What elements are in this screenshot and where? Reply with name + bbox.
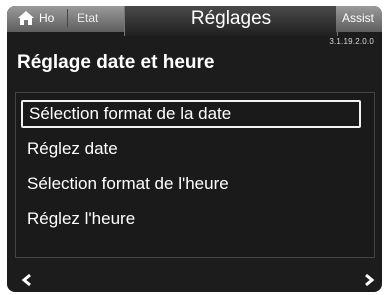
device-screen: Ho Etat Réglages Assist 3.1.19.2.0.0 Rég… — [7, 6, 382, 292]
menu-item-date-format[interactable]: Sélection format de la date — [21, 100, 361, 128]
tab-home[interactable]: Ho — [39, 11, 54, 25]
chevron-right-icon[interactable] — [363, 273, 375, 287]
tab-reglages[interactable]: Réglages — [124, 6, 338, 36]
tab-divider — [67, 9, 68, 27]
tab-reglages-label: Réglages — [190, 8, 272, 29]
tab-group-left: Ho Etat — [7, 6, 124, 32]
page-title: Réglage date et heure — [17, 52, 215, 73]
menu-item-time-format[interactable]: Sélection format de l'heure — [21, 170, 229, 198]
menu-list: Sélection format de la date Réglez date … — [15, 92, 375, 258]
home-icon[interactable] — [17, 10, 35, 26]
tab-assist[interactable]: Assist — [336, 6, 382, 32]
menu-item-set-date[interactable]: Réglez date — [21, 135, 118, 163]
tab-etat[interactable]: Etat — [77, 11, 98, 25]
menu-item-set-time[interactable]: Réglez l'heure — [21, 205, 135, 233]
tab-bar: Ho Etat Réglages Assist — [7, 6, 382, 38]
software-version: 3.1.19.2.0.0 — [329, 37, 374, 46]
chevron-left-icon[interactable] — [21, 273, 33, 287]
tab-assist-label: Assist — [342, 11, 375, 25]
